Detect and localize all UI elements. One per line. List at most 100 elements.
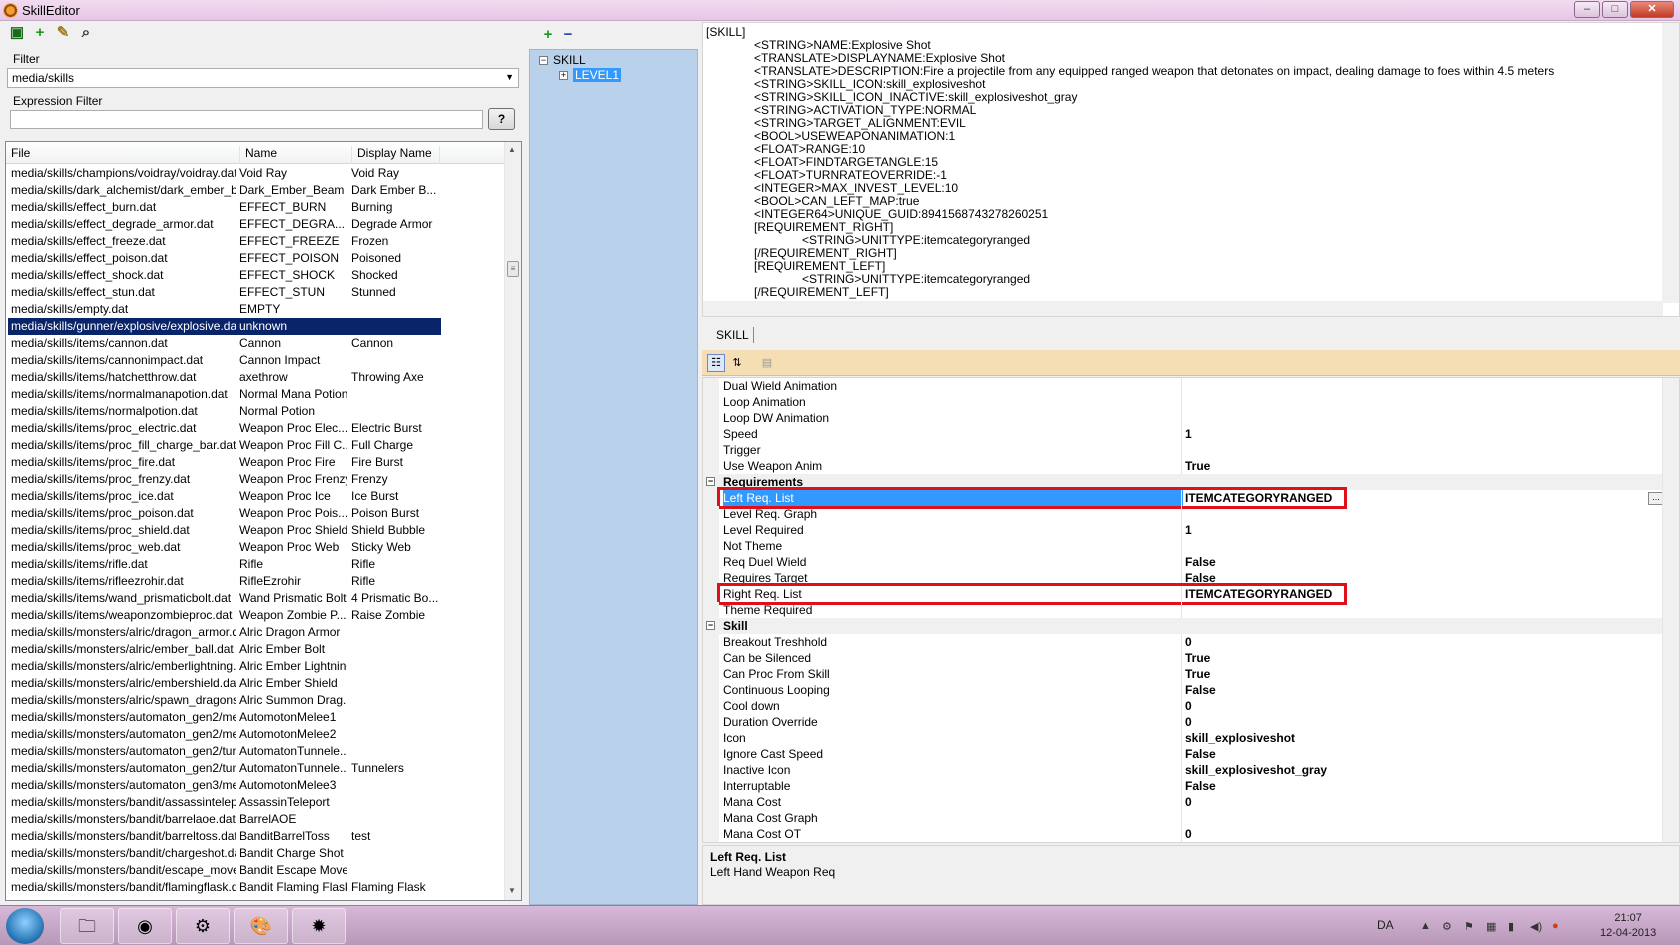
property-value[interactable]: 1 [1185,426,1192,442]
property-row[interactable]: Can Proc From Skill True [703,666,1663,682]
column-header-name[interactable]: Name [240,146,352,164]
property-row[interactable]: Continuous Looping False [703,682,1663,698]
add-node-icon[interactable]: + [539,26,557,44]
table-row[interactable]: media/skills/monsters/automaton_gen2/mel… [8,726,441,743]
property-row[interactable]: Mana Cost OT 0 [703,826,1663,842]
table-row[interactable]: media/skills/monsters/automaton_gen2/tun… [8,760,441,777]
property-value[interactable]: True [1185,666,1210,682]
network-icon[interactable]: ▮ [1508,920,1514,933]
skilleditor-icon[interactable]: ✹ [292,908,346,944]
table-row[interactable]: media/skills/empty.dat EMPTY [8,301,441,318]
table-row[interactable]: media/skills/effect_stun.dat EFFECT_STUN S… [8,284,441,301]
alphabetical-icon[interactable]: ⇅ [728,354,746,372]
remove-node-icon[interactable]: − [559,26,577,44]
file-list[interactable]: File Name Display Name media/skills/cham… [5,141,522,901]
table-row[interactable]: media/skills/items/rifleezrohir.dat Rifle… [8,573,441,590]
table-row[interactable]: media/skills/monsters/bandit/flamingflas… [8,879,441,896]
table-row[interactable]: media/skills/monsters/alric/spawn_dragon… [8,692,441,709]
property-row[interactable]: Dual Wield Animation [703,378,1663,394]
table-row[interactable]: media/skills/items/proc_ice.dat Weapon Pr… [8,488,441,505]
property-row[interactable]: Theme Required [703,602,1663,618]
property-row[interactable]: Loop DW Animation [703,410,1663,426]
filter-dropdown[interactable]: media/skills ▼ [7,68,519,88]
table-row[interactable]: media/skills/monsters/automaton_gen3/mel… [8,777,441,794]
table-row[interactable]: media/skills/monsters/automaton_gen2/tun… [8,743,441,760]
edit-icon[interactable]: ✎ [54,24,72,42]
table-row[interactable]: media/skills/monsters/bandit/escape_move… [8,862,441,879]
property-value[interactable]: True [1185,458,1210,474]
property-row[interactable]: Breakout Treshhold 0 [703,634,1663,650]
categorized-icon[interactable]: ☷ [707,354,725,372]
property-row[interactable]: Duration Override 0 [703,714,1663,730]
expand-icon[interactable]: + [559,71,568,81]
property-row[interactable]: Loop Animation [703,394,1663,410]
property-row[interactable]: Interruptable False [703,778,1663,794]
table-row[interactable]: media/skills/effect_shock.dat EFFECT_SHOC… [8,267,441,284]
start-button[interactable] [6,908,44,944]
property-value[interactable]: False [1185,682,1216,698]
file-list-scrollbar[interactable]: ▲ ≡ ▼ [504,142,521,900]
table-row[interactable]: media/skills/items/normalpotion.dat Norma… [8,403,441,420]
property-row[interactable]: Trigger [703,442,1663,458]
table-row[interactable]: media/skills/monsters/bandit/barreltoss.… [8,828,441,845]
property-value[interactable]: 0 [1185,794,1192,810]
language-indicator[interactable]: DA [1377,918,1394,932]
property-row[interactable]: Use Weapon Anim True [703,458,1663,474]
chevron-down-icon[interactable]: ▼ [505,72,514,82]
close-button[interactable]: ✕ [1630,1,1674,18]
search-icon[interactable]: ⌕ [77,24,95,42]
table-row[interactable]: media/skills/monsters/alric/dragon_armor… [8,624,441,641]
table-row[interactable]: media/skills/champions/voidray/voidray.d… [8,165,441,182]
table-row[interactable]: media/skills/items/hatchetthrow.dat axeth… [8,369,441,386]
table-row[interactable]: media/skills/items/cannonimpact.dat Canno… [8,352,441,369]
property-value[interactable]: False [1185,554,1216,570]
property-row[interactable]: Cool down 0 [703,698,1663,714]
tree-node-level1[interactable]: + LEVEL1 [559,68,622,82]
skill-script-textarea[interactable]: [SKILL] <STRING>NAME:Explosive Shot <TRANS… [702,22,1680,317]
table-row[interactable]: media/skills/items/proc_electric.dat Weap… [8,420,441,437]
property-value[interactable]: False [1185,746,1216,762]
script-horizontal-scrollbar[interactable] [703,301,1663,316]
table-row[interactable]: media/skills/effect_poison.dat EFFECT_POI… [8,250,441,267]
table-row[interactable]: media/skills/items/cannon.dat Cannon Canno… [8,335,441,352]
property-row[interactable]: Icon skill_explosiveshot [703,730,1663,746]
table-row[interactable]: media/skills/monsters/alric/embershield.… [8,675,441,692]
table-row[interactable]: media/skills/items/proc_web.dat Weapon Pr… [8,539,441,556]
collapse-icon[interactable]: − [706,477,715,486]
table-row[interactable]: media/skills/monsters/bandit/assassintel… [8,794,441,811]
property-value[interactable]: 0 [1185,714,1192,730]
property-row[interactable]: Req Duel Wield False [703,554,1663,570]
property-row[interactable]: Mana Cost Graph [703,810,1663,826]
table-row[interactable]: media/skills/gunner/explosive/explosive.… [8,318,441,335]
property-row[interactable]: Inactive Icon skill_explosiveshot_gray [703,762,1663,778]
scroll-thumb[interactable]: ≡ [507,261,519,277]
volume-icon[interactable]: ◀) [1530,920,1542,933]
table-row[interactable]: media/skills/items/proc_fill_charge_bar.… [8,437,441,454]
column-header-display-name[interactable]: Display Name [352,146,440,164]
table-row[interactable]: media/skills/dark_alchemist/dark_ember_b… [8,182,441,199]
table-row[interactable]: media/skills/effect_degrade_armor.dat EFF… [8,216,441,233]
property-value[interactable]: 0 [1185,826,1192,842]
property-value[interactable]: 0 [1185,698,1192,714]
save-icon[interactable]: ▣ [8,24,26,42]
action-center-icon[interactable]: ⚑ [1464,920,1474,933]
steam-icon[interactable]: ⚙ [176,908,230,944]
table-row[interactable]: media/skills/items/proc_fire.dat Weapon P… [8,454,441,471]
scroll-down-icon[interactable]: ▼ [508,886,516,895]
property-value[interactable]: 1 [1185,522,1192,538]
expression-help-button[interactable]: ? [488,108,515,130]
property-row[interactable]: Can be Silenced True [703,650,1663,666]
property-value[interactable]: True [1185,650,1210,666]
device-icon[interactable]: ▦ [1486,920,1496,933]
expression-filter-input[interactable] [10,110,483,129]
property-value[interactable]: skill_explosiveshot [1185,730,1295,746]
minimize-button[interactable]: – [1574,1,1600,18]
property-row[interactable]: Level Required 1 [703,522,1663,538]
table-row[interactable]: media/skills/items/proc_shield.dat Weapon… [8,522,441,539]
table-row[interactable]: media/skills/monsters/bandit/barrelaoe.d… [8,811,441,828]
table-row[interactable]: media/skills/effect_burn.dat EFFECT_BURN B… [8,199,441,216]
property-value[interactable]: skill_explosiveshot_gray [1185,762,1327,778]
skill-tree[interactable]: − SKILL + LEVEL1 [529,49,698,905]
property-grid-scrollbar[interactable] [1662,378,1679,842]
property-row[interactable]: Not Theme [703,538,1663,554]
